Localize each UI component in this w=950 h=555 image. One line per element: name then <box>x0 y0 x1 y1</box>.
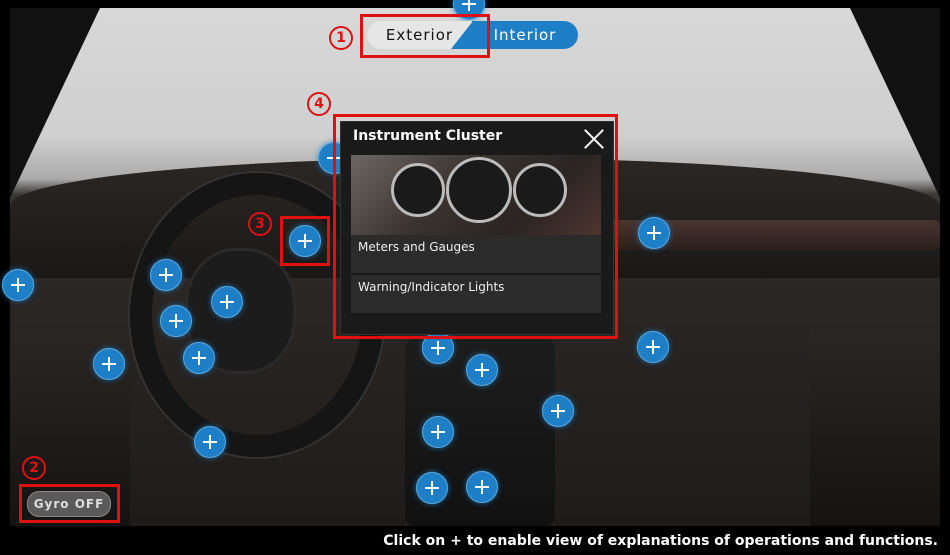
hotspot-plus-icon[interactable] <box>542 395 574 427</box>
hotspot-plus-icon[interactable] <box>638 217 670 249</box>
hotspot-plus-icon[interactable] <box>211 286 243 318</box>
callout-number-4: 4 <box>307 91 331 116</box>
popup-item-warning-lights[interactable]: Warning/Indicator Lights <box>351 275 601 313</box>
hotspot-plus-icon[interactable] <box>422 416 454 448</box>
hotspot-plus-icon[interactable] <box>93 348 125 380</box>
hotspot-plus-icon[interactable] <box>150 259 182 291</box>
instrument-cluster-popup: Instrument Cluster Meters and Gauges War… <box>340 121 614 335</box>
hotspot-plus-icon[interactable] <box>2 269 34 301</box>
callout-box-hotspot <box>280 216 330 266</box>
hotspot-plus-icon[interactable] <box>637 331 669 363</box>
hotspot-plus-icon[interactable] <box>183 342 215 374</box>
hotspot-plus-icon[interactable] <box>466 354 498 386</box>
close-icon[interactable] <box>583 128 605 150</box>
hotspot-plus-icon[interactable] <box>416 472 448 504</box>
hotspot-plus-icon[interactable] <box>466 471 498 503</box>
hotspot-plus-icon[interactable] <box>194 426 226 458</box>
right-pillar <box>850 8 940 198</box>
gyro-toggle-button[interactable]: Gyro OFF <box>27 491 111 517</box>
instrument-cluster-photo <box>351 155 601 235</box>
popup-item-meters-gauges[interactable]: Meters and Gauges <box>351 235 601 273</box>
gauge-left <box>391 163 445 217</box>
hotspot-plus-icon[interactable] <box>160 305 192 337</box>
callout-number-3: 3 <box>248 211 272 236</box>
callout-box-toggle <box>360 14 490 58</box>
gauge-right <box>513 163 567 217</box>
callout-number-1: 1 <box>329 25 353 50</box>
right-door <box>810 328 940 526</box>
gauge-center <box>446 157 512 223</box>
popup-title: Instrument Cluster <box>353 128 503 144</box>
frame-right <box>940 0 950 555</box>
footer-hint: Click on + to enable view of explanation… <box>383 533 938 549</box>
callout-number-2: 2 <box>22 455 46 480</box>
left-pillar <box>10 8 100 198</box>
